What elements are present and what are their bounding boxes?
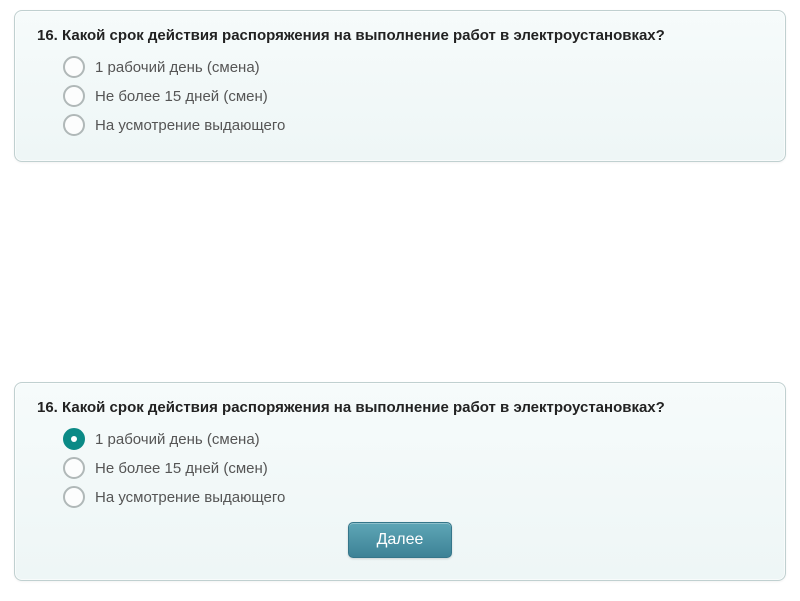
- question-card-1: 16. Какой срок действия распоряжения на …: [14, 10, 786, 162]
- spacer: [14, 172, 786, 382]
- option-1[interactable]: 1 рабочий день (смена): [63, 428, 763, 450]
- question-text: 16. Какой срок действия распоряжения на …: [37, 399, 763, 416]
- button-row: Далее: [37, 522, 763, 558]
- option-label: Не более 15 дней (смен): [95, 460, 268, 477]
- option-2[interactable]: Не более 15 дней (смен): [63, 85, 763, 107]
- option-3[interactable]: На усмотрение выдающего: [63, 486, 763, 508]
- option-3[interactable]: На усмотрение выдающего: [63, 114, 763, 136]
- radio-icon: [63, 114, 85, 136]
- option-label: Не более 15 дней (смен): [95, 88, 268, 105]
- radio-icon: [63, 486, 85, 508]
- option-label: 1 рабочий день (смена): [95, 431, 260, 448]
- radio-icon: [63, 85, 85, 107]
- option-label: На усмотрение выдающего: [95, 117, 285, 134]
- question-card-2: 16. Какой срок действия распоряжения на …: [14, 382, 786, 581]
- next-button[interactable]: Далее: [348, 522, 453, 558]
- radio-icon: [63, 457, 85, 479]
- option-1[interactable]: 1 рабочий день (смена): [63, 56, 763, 78]
- options-group: 1 рабочий день (смена) Не более 15 дней …: [63, 428, 763, 508]
- option-label: 1 рабочий день (смена): [95, 59, 260, 76]
- option-label: На усмотрение выдающего: [95, 489, 285, 506]
- radio-icon-selected: [63, 428, 85, 450]
- radio-icon: [63, 56, 85, 78]
- options-group: 1 рабочий день (смена) Не более 15 дней …: [63, 56, 763, 136]
- option-2[interactable]: Не более 15 дней (смен): [63, 457, 763, 479]
- question-text: 16. Какой срок действия распоряжения на …: [37, 27, 763, 44]
